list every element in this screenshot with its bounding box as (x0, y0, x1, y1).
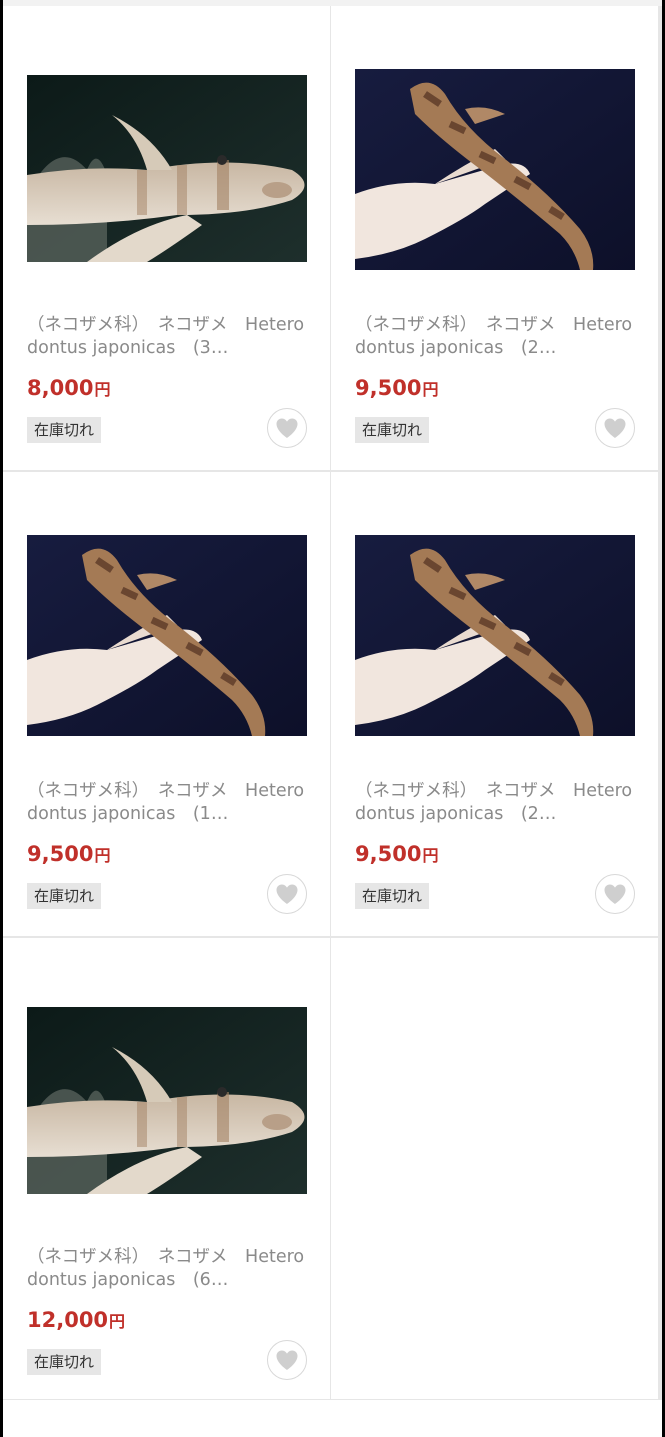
price-currency: 円 (422, 380, 439, 399)
product-price: 9,500円 (27, 840, 110, 870)
price-currency: 円 (94, 846, 111, 865)
favorite-button[interactable] (595, 874, 635, 914)
stock-status-badge: 在庫切れ (355, 417, 430, 443)
price-value: 9,500 (355, 376, 422, 400)
product-image[interactable] (27, 1007, 307, 1194)
stock-status-badge: 在庫切れ (27, 1349, 102, 1375)
favorite-button[interactable] (267, 874, 307, 914)
price-value: 8,000 (27, 376, 94, 400)
product-title[interactable]: （ネコザメ科） ネコザメ Heterodontus japonicas (3… (27, 314, 307, 360)
product-image[interactable] (355, 535, 635, 736)
stock-status-badge: 在庫切れ (27, 883, 102, 909)
stock-status-badge: 在庫切れ (27, 417, 102, 443)
product-card-1[interactable]: （ネコザメ科） ネコザメ Heterodontus japonicas (3… … (3, 6, 330, 471)
product-image[interactable] (27, 535, 307, 736)
product-title[interactable]: （ネコザメ科） ネコザメ Heterodontus japonicas (2… (355, 780, 635, 826)
product-title[interactable]: （ネコザメ科） ネコザメ Heterodontus japonicas (1… (27, 780, 307, 826)
product-card-2[interactable]: （ネコザメ科） ネコザメ Heterodontus japonicas (2… … (331, 6, 658, 471)
price-currency: 円 (94, 380, 111, 399)
heart-icon (276, 418, 298, 438)
product-price: 9,500円 (355, 840, 438, 870)
product-card-3[interactable]: （ネコザメ科） ネコザメ Heterodontus japonicas (1… … (3, 472, 330, 937)
product-price: 8,000円 (27, 374, 110, 404)
favorite-button[interactable] (267, 1340, 307, 1380)
heart-icon (276, 1350, 298, 1370)
product-list-page: （ネコザメ科） ネコザメ Heterodontus japonicas (3… … (3, 0, 662, 1437)
price-value: 9,500 (355, 842, 422, 866)
heart-icon (276, 884, 298, 904)
empty-grid-cell (331, 938, 658, 1403)
price-value: 9,500 (27, 842, 94, 866)
product-title[interactable]: （ネコザメ科） ネコザメ Heterodontus japonicas (2… (355, 314, 635, 360)
heart-icon (604, 884, 626, 904)
heart-icon (604, 418, 626, 438)
stock-status-badge: 在庫切れ (355, 883, 430, 909)
product-image[interactable] (355, 69, 635, 270)
product-price: 12,000円 (27, 1306, 125, 1336)
price-currency: 円 (422, 846, 439, 865)
favorite-button[interactable] (595, 408, 635, 448)
product-grid: （ネコザメ科） ネコザメ Heterodontus japonicas (3… … (3, 6, 662, 1403)
product-title[interactable]: （ネコザメ科） ネコザメ Heterodontus japonicas (6… (27, 1246, 307, 1292)
product-price: 9,500円 (355, 374, 438, 404)
product-image[interactable] (27, 75, 307, 262)
product-card-4[interactable]: （ネコザメ科） ネコザメ Heterodontus japonicas (2… … (331, 472, 658, 937)
price-value: 12,000 (27, 1308, 109, 1332)
favorite-button[interactable] (267, 408, 307, 448)
list-footer (3, 1399, 662, 1437)
product-card-5[interactable]: （ネコザメ科） ネコザメ Heterodontus japonicas (6… … (3, 938, 330, 1403)
price-currency: 円 (109, 1312, 126, 1331)
